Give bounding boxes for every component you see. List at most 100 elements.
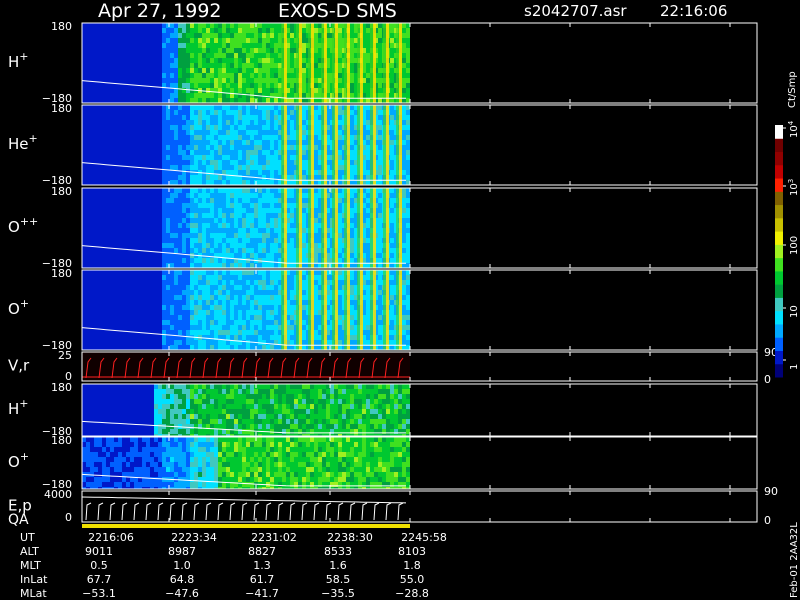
spectrogram-cell	[262, 93, 266, 98]
spectrogram-cell	[142, 125, 146, 130]
spectrogram-cell	[122, 208, 126, 213]
spectrogram-cell	[110, 23, 114, 28]
spectrogram-cell	[166, 275, 170, 280]
spectrogram-cell	[350, 135, 354, 140]
spectrogram-cell	[250, 38, 254, 43]
spectrogram-cell	[102, 43, 106, 48]
spectrogram-cell	[350, 208, 354, 213]
spectrogram-cell	[186, 188, 190, 193]
spectrogram-cell	[82, 120, 86, 125]
spectrogram-cell	[162, 170, 166, 175]
spectrogram-cell	[254, 330, 258, 335]
spectrogram-cell	[138, 213, 142, 218]
spectrogram-cell	[314, 160, 318, 165]
spectrogram-cell	[150, 88, 154, 93]
spectrogram-cell	[266, 53, 270, 58]
spectrogram-cell	[170, 98, 174, 103]
spin-stripe	[347, 23, 350, 103]
spectrogram-cell	[190, 68, 194, 73]
spectrogram-cell	[390, 78, 394, 83]
spectrogram-cell	[338, 248, 342, 253]
spectrogram-cell	[214, 63, 218, 68]
spectrogram-cell	[366, 193, 370, 198]
spectrogram-cell	[266, 73, 270, 78]
spectrogram-cell	[226, 23, 230, 28]
spectrogram-cell	[174, 213, 178, 218]
spectrogram-cell	[174, 243, 178, 248]
spectrogram-cell	[402, 165, 406, 170]
spectrogram-cell	[142, 33, 146, 38]
spectrogram-cell	[258, 253, 262, 258]
spectrogram-cell	[142, 23, 146, 28]
spectrogram-cell	[102, 155, 106, 160]
spectrogram-cell	[182, 203, 186, 208]
spectrogram-cell	[234, 218, 238, 223]
spectrogram-cell	[170, 223, 174, 228]
spectrogram-cell	[274, 63, 278, 68]
spectrogram-cell	[126, 98, 130, 103]
spectrogram-cell	[182, 105, 186, 110]
spectrogram-cell	[270, 88, 274, 93]
spectrogram-cell	[314, 208, 318, 213]
spectrogram-cell	[110, 105, 114, 110]
spectrogram-cell	[238, 325, 242, 330]
spectrogram-cell	[94, 155, 98, 160]
spectrogram-cell	[166, 73, 170, 78]
spectrogram-cell	[146, 150, 150, 155]
spectrogram-cell	[246, 233, 250, 238]
spectrogram-cell	[350, 175, 354, 180]
spectrogram-cell	[150, 145, 154, 150]
spectrogram-cell	[166, 280, 170, 285]
spectrogram-cell	[262, 78, 266, 83]
spectrogram-cell	[150, 270, 154, 275]
spectrogram-cell	[254, 28, 258, 33]
spectrogram-cell	[102, 135, 106, 140]
spectrogram-cell	[246, 330, 250, 335]
spectrogram-cell	[98, 285, 102, 290]
spectrogram-cell	[190, 295, 194, 300]
spectrogram-cell	[130, 238, 134, 243]
spectrogram-cell	[198, 150, 202, 155]
spectrogram-cell	[378, 110, 382, 115]
spectrogram-cell	[406, 88, 410, 93]
spectrogram-cell	[94, 253, 98, 258]
spectrogram-cell	[302, 88, 306, 93]
spectrogram-cell	[218, 58, 222, 63]
spectrogram-cell	[126, 165, 130, 170]
spectrogram-cell	[158, 335, 162, 340]
spectrogram-cell	[210, 285, 214, 290]
spectrogram-cell	[270, 275, 274, 280]
spectrogram-cell	[214, 320, 218, 325]
spectrogram-cell	[266, 165, 270, 170]
spectrogram-cell	[242, 33, 246, 38]
spectrogram-cell	[154, 38, 158, 43]
species-charge: +	[19, 50, 28, 63]
spectrogram-cell	[118, 203, 122, 208]
spectrogram-cell	[146, 340, 150, 345]
spectrogram-cell	[82, 310, 86, 315]
spectrogram-cell	[226, 218, 230, 223]
spectrogram-cell	[378, 140, 382, 145]
spectrogram-cell	[214, 340, 218, 345]
spectrogram-cell	[82, 203, 86, 208]
spectrogram-cell	[314, 120, 318, 125]
spectrogram-cell	[90, 238, 94, 243]
spectrogram-cell	[250, 300, 254, 305]
spectrogram-cell	[178, 203, 182, 208]
spectrogram-cell	[94, 188, 98, 193]
spectrogram-cell	[234, 253, 238, 258]
spectrogram-cell	[258, 198, 262, 203]
spectrogram-cell	[138, 203, 142, 208]
spectrogram-cell	[214, 68, 218, 73]
spectrogram-cell	[202, 320, 206, 325]
spectrogram-cell	[230, 253, 234, 258]
spectrogram-cell	[366, 88, 370, 93]
spectrogram-cell	[266, 78, 270, 83]
spectrogram-cell	[106, 135, 110, 140]
spectrogram-cell	[114, 340, 118, 345]
spectrogram-cell	[222, 120, 226, 125]
spectrogram-cell	[186, 335, 190, 340]
spectrogram-cell	[130, 48, 134, 53]
spectrogram-cell	[170, 83, 174, 88]
spectrogram-cell	[230, 275, 234, 280]
